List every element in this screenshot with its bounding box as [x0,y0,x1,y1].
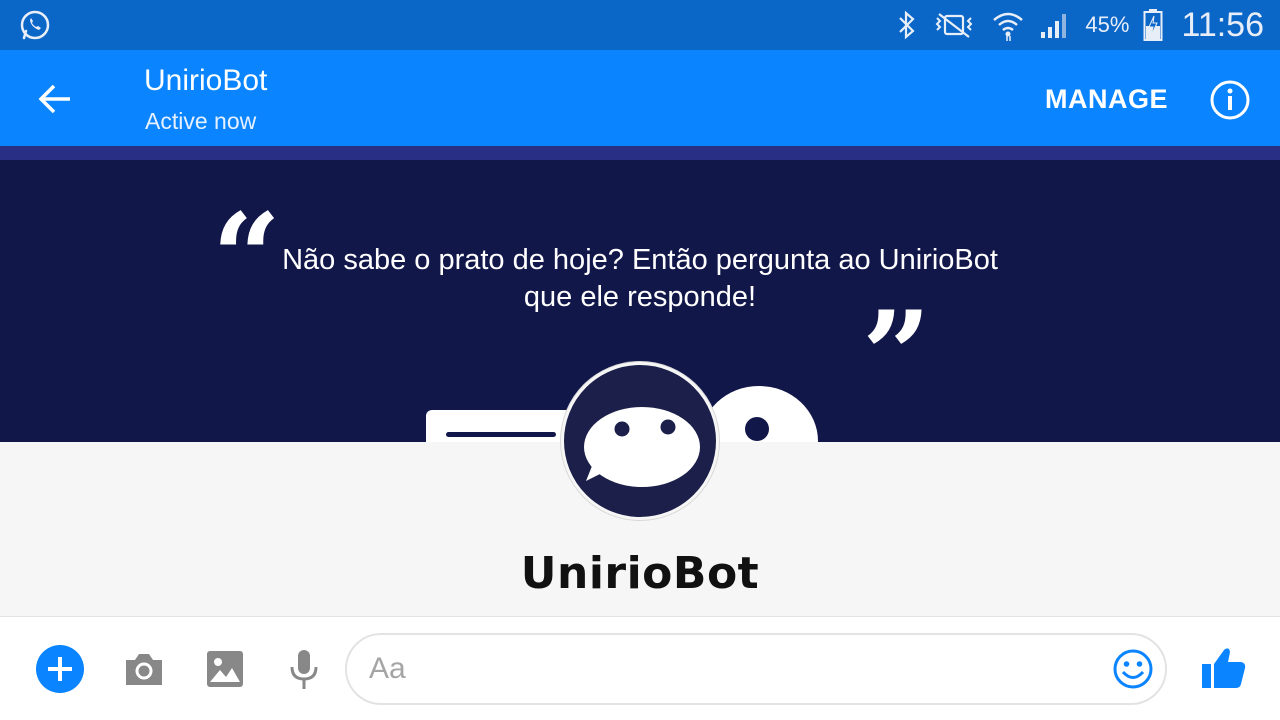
info-icon[interactable] [1208,78,1252,122]
thumbs-up-icon[interactable] [1198,641,1250,695]
chat-bubble-line [446,432,556,437]
back-arrow-icon[interactable] [32,76,78,122]
message-input-box[interactable] [345,633,1167,705]
message-input[interactable] [369,649,1089,689]
battery-charging-icon [1143,8,1163,42]
signal-icon [1039,10,1071,40]
contact-name[interactable]: UnirioBot [144,64,267,98]
active-status: Active now [145,108,257,134]
bluetooth-icon [897,10,917,40]
round-bubble-dot [745,417,769,441]
plus-icon[interactable] [36,645,84,693]
close-quote-mark: ” [862,285,932,426]
manage-button[interactable]: MANAGE [1045,84,1168,115]
emoji-icon[interactable] [1111,647,1155,691]
image-icon[interactable] [202,647,248,691]
profile-name: UnirioBot [520,548,760,599]
status-bar: 45% 11:56 [0,0,1280,50]
clock: 11:56 [1181,5,1264,44]
conversation-header: UnirioBot Active now MANAGE [0,50,1280,146]
microphone-icon[interactable] [286,647,322,693]
bot-face-icon [584,407,700,487]
vibrate-mute-icon [931,10,977,40]
camera-icon[interactable] [120,647,168,691]
wifi-icon [991,8,1025,42]
battery-percent: 45% [1085,12,1130,37]
cover-top-strip [0,146,1280,160]
message-composer [0,616,1280,720]
whatsapp-icon [18,8,52,42]
chat-bubble-shape [426,410,576,442]
avatar[interactable] [561,362,719,520]
